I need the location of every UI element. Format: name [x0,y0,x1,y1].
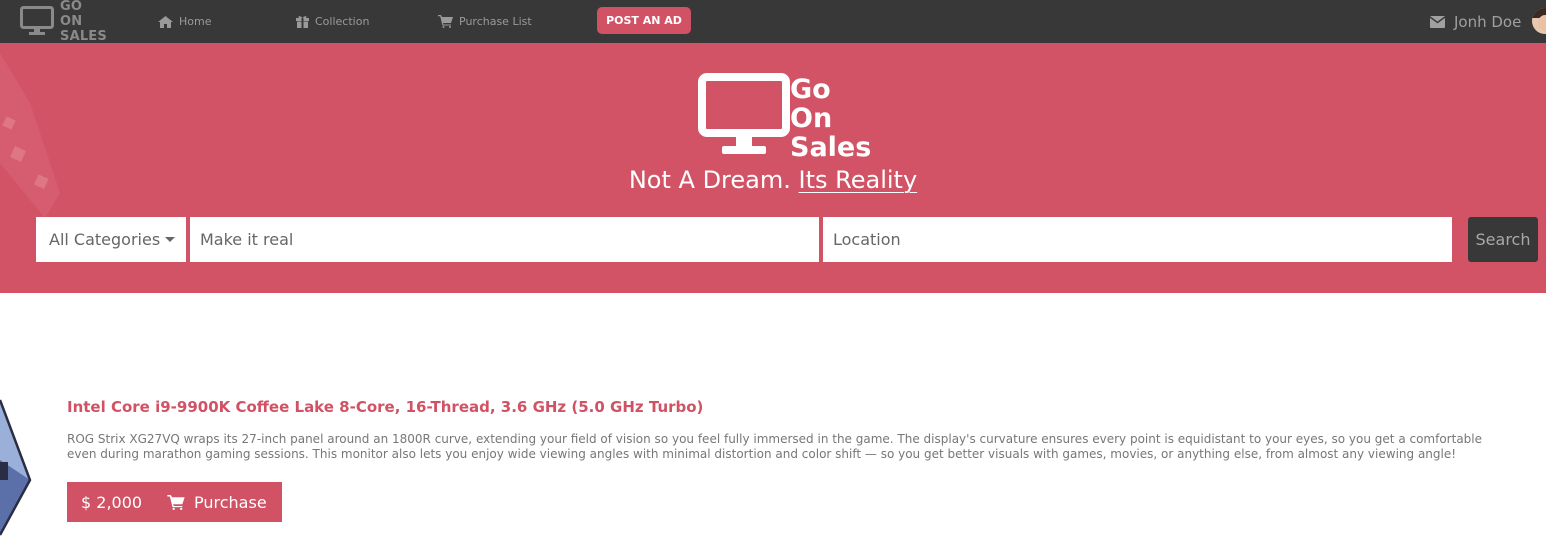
tagline-text: Not A Dream. [628,166,791,194]
monitor-icon [20,6,54,35]
user-menu[interactable]: Jonh Doe [1430,0,1521,43]
search-placeholder: Make it real [200,230,294,249]
nav-item-label: Collection [315,15,370,28]
logo-line: On [790,103,833,134]
location-placeholder: Location [833,230,901,249]
nav-item-collection[interactable]: Collection [296,0,369,43]
home-icon [158,15,173,28]
caret-down-icon [165,237,176,242]
brand-line: SALES [60,29,107,44]
search-input[interactable]: Make it real [190,217,819,262]
search-button[interactable]: Search [1468,217,1538,262]
product-image[interactable] [0,390,34,540]
nav-item-home[interactable]: Home [158,0,211,43]
brand-line: GO [60,0,83,14]
nav-item-label: Purchase List [459,15,532,28]
top-navbar: GO ON SALES Home Collection Purchase Lis… [0,0,1546,44]
brand-name: GO ON SALES [60,0,107,44]
description-line: ROG Strix XG27VQ wraps its 27-inch panel… [67,432,1483,446]
product-description: ROG Strix XG27VQ wraps its 27-inch panel… [67,432,1546,462]
monitor-icon [698,73,790,154]
purchase-label: Purchase [194,492,267,512]
cart-icon [438,15,453,28]
purchase-action: Purchase [167,493,267,512]
logo-line: Sales [790,132,872,163]
price-label: $ 2,000 [81,492,143,512]
tagline-link[interactable]: Its Reality [799,166,918,194]
product-title[interactable]: Intel Core i9-9900K Coffee Lake 8-Core, … [67,398,703,416]
logo-line: Go [790,74,831,105]
location-input[interactable]: Location [823,217,1452,262]
post-ad-button[interactable]: POST AN AD [597,7,691,34]
description-line: even during marathon gaming sessions. Th… [67,447,1457,461]
hero-tagline: Not A Dream. Its Reality [0,166,1546,194]
hero-banner: Go On Sales Not A Dream. Its Reality All… [0,43,1546,293]
nav-item-purchase-list[interactable]: Purchase List [438,0,532,43]
envelope-icon [1430,15,1445,28]
category-label: All Categories [49,230,161,249]
category-dropdown[interactable]: All Categories [36,217,186,262]
purchase-button[interactable]: $ 2,000 Purchase [67,482,282,522]
user-name: Jonh Doe [1454,12,1522,31]
nav-item-label: Home [179,15,212,28]
hero-logo-text: Go On Sales [790,75,871,162]
cart-icon [167,494,185,510]
avatar[interactable] [1532,8,1546,34]
brand-line: ON [60,14,83,29]
gift-icon [296,16,309,28]
